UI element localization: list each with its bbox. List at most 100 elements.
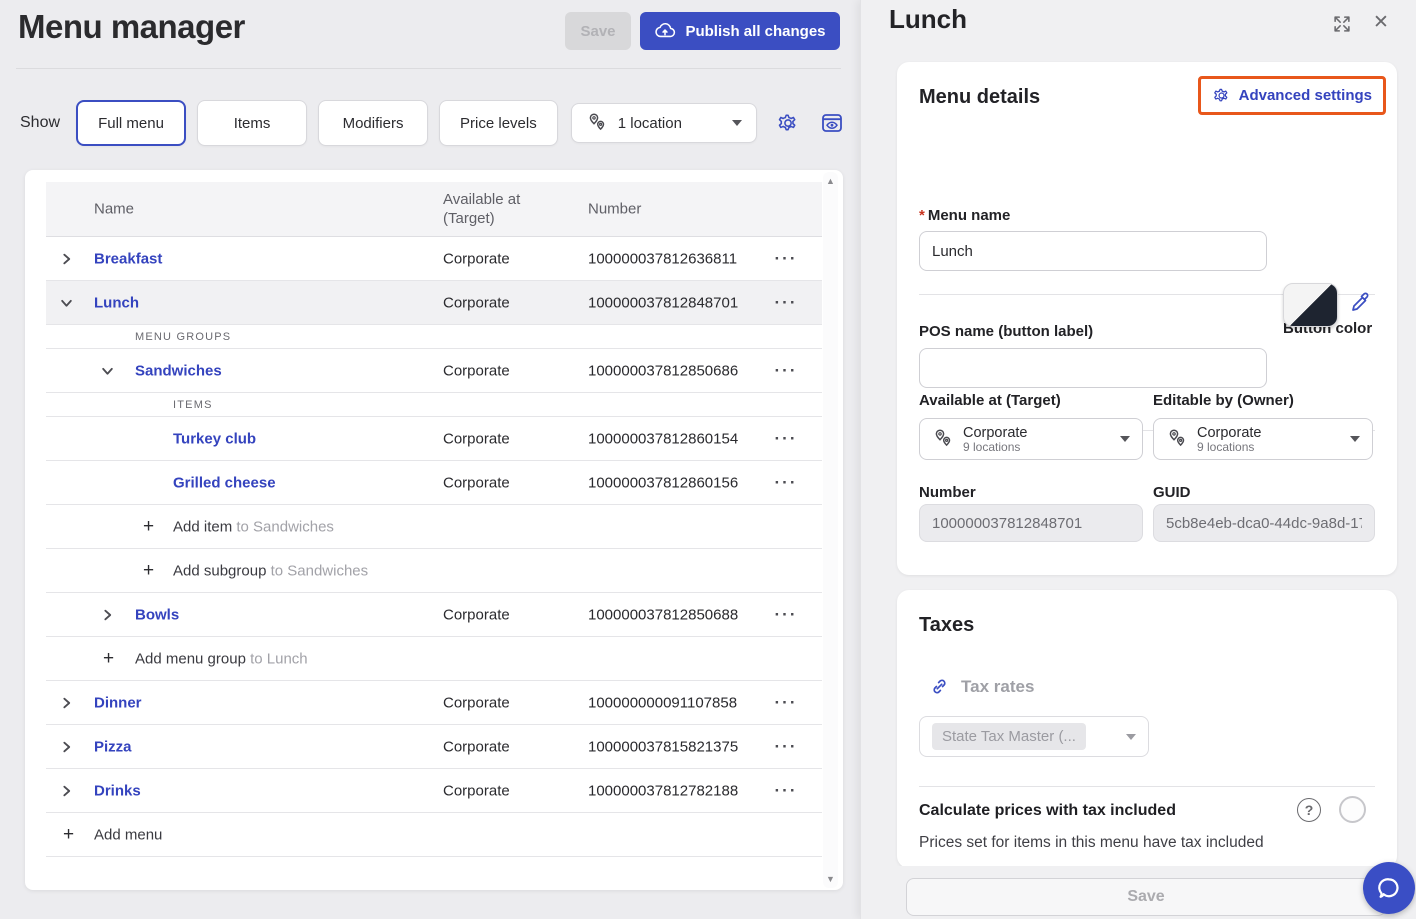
location-filter-value: 1 location	[618, 115, 722, 132]
table-scrollbar[interactable]: ▲ ▼	[823, 172, 838, 888]
chat-support-button[interactable]	[1363, 862, 1415, 914]
add-action[interactable]: Add menu group to Lunch	[135, 650, 308, 667]
filter-tab-full-menu[interactable]: Full menu	[76, 100, 186, 146]
help-question-icon[interactable]: ?	[1297, 798, 1321, 822]
add-action-suffix: to Sandwiches	[266, 562, 368, 579]
main-region: Menu manager Save Publish all changes Sh…	[0, 0, 860, 919]
column-header-name: Name	[94, 200, 134, 219]
taxes-card: Taxes Tax rates State Tax Master (... Ca…	[897, 590, 1397, 868]
entity-name-link[interactable]: Pizza	[94, 738, 132, 755]
editable-by-value: Corporate	[1197, 425, 1341, 441]
publish-all-changes-button[interactable]: Publish all changes	[640, 12, 840, 50]
menu-name-input[interactable]	[919, 231, 1267, 271]
menu-manager-app: Menu manager Save Publish all changes Sh…	[0, 0, 1416, 919]
filter-tabs: Full menuItemsModifiersPrice levels	[76, 100, 569, 146]
panel-save-button[interactable]: Save	[906, 878, 1386, 916]
button-color-swatch[interactable]	[1283, 283, 1338, 327]
location-filter-dropdown[interactable]: 1 location	[571, 103, 757, 143]
available-at-dropdown[interactable]: Corporate9 locations	[919, 418, 1143, 460]
filter-tab-price-levels[interactable]: Price levels	[439, 100, 558, 146]
menu-table: Name Available at (Target) Number Breakf…	[46, 182, 822, 857]
kebab-menu-icon[interactable]: ···	[764, 293, 808, 313]
kebab-menu-icon[interactable]: ···	[764, 737, 808, 757]
entity-name-link[interactable]: Dinner	[94, 694, 142, 711]
save-button[interactable]: Save	[565, 12, 631, 50]
chevron-right-icon[interactable]	[60, 696, 73, 709]
entity-name-link[interactable]: Lunch	[94, 294, 139, 311]
number-cell: 100000037812848701	[588, 294, 738, 311]
eyedropper-icon[interactable]	[1349, 290, 1373, 314]
kebab-menu-icon[interactable]: ···	[764, 249, 808, 269]
tax-rates-dropdown[interactable]: State Tax Master (...	[919, 716, 1149, 757]
add-action[interactable]: Add menu	[94, 826, 162, 843]
column-header-available-at: Available at (Target)	[443, 190, 533, 228]
table-row: LunchCorporate100000037812848701···	[46, 281, 822, 325]
number-cell: 100000037812860156	[588, 474, 738, 491]
entity-name-link[interactable]: Sandwiches	[135, 362, 222, 379]
scroll-up-icon[interactable]: ▲	[823, 176, 838, 186]
number-cell: 100000037812860154	[588, 430, 738, 447]
preview-eye-button[interactable]	[819, 110, 845, 136]
filter-tab-items[interactable]: Items	[197, 100, 307, 146]
close-panel-button[interactable]: ✕	[1367, 8, 1395, 36]
table-row: Breakfast Corporate 100000037812636811 ···	[46, 237, 822, 281]
advanced-settings-link[interactable]: Advanced settings	[1198, 76, 1386, 115]
chevron-down-icon[interactable]	[101, 364, 114, 377]
menu-details-card: Menu details Advanced settings *Menu nam…	[897, 62, 1397, 575]
number-cell: 100000037812636811	[588, 250, 737, 267]
chevron-down-icon	[1350, 436, 1360, 442]
table-row: BowlsCorporate100000037812850688···	[46, 593, 822, 637]
add-action-suffix: to Lunch	[246, 650, 308, 667]
kebab-menu-icon[interactable]: ···	[764, 781, 808, 801]
menu-name-label: *Menu name	[919, 207, 1010, 224]
available-at-cell: Corporate	[443, 250, 510, 267]
tax-rates-row[interactable]: Tax rates	[929, 676, 1034, 697]
add-action[interactable]: Add subgroup to Sandwiches	[173, 562, 368, 579]
detail-panel: Lunch ✕ Menu details Advanced settings *…	[860, 0, 1416, 919]
plus-icon[interactable]: +	[143, 560, 154, 582]
plus-icon[interactable]: +	[143, 516, 154, 538]
kebab-menu-icon[interactable]: ···	[764, 361, 808, 381]
page-title: Menu manager	[18, 8, 245, 46]
filter-tab-modifiers[interactable]: Modifiers	[318, 100, 428, 146]
entity-name-link[interactable]: Grilled cheese	[173, 474, 276, 491]
table-row: + Add item to Sandwiches	[46, 505, 822, 549]
chevron-down-icon[interactable]	[60, 296, 73, 309]
table-section-row: MENU GROUPS	[46, 325, 822, 349]
entity-name-link[interactable]: Turkey club	[173, 430, 256, 447]
plus-icon[interactable]: +	[63, 824, 74, 846]
add-action-label: Add subgroup	[173, 562, 266, 579]
table-row: + Add menu	[46, 813, 822, 857]
plus-icon[interactable]: +	[103, 648, 114, 670]
chevron-right-icon[interactable]	[60, 252, 73, 265]
number-cell: 100000037812850688	[588, 606, 738, 623]
editable-by-dropdown[interactable]: Corporate9 locations	[1153, 418, 1373, 460]
available-at-cell: Corporate	[443, 430, 510, 447]
number-cell: 100000037812850686	[588, 362, 738, 379]
kebab-menu-icon[interactable]: ···	[764, 605, 808, 625]
scroll-down-icon[interactable]: ▼	[823, 874, 838, 884]
guid-input	[1153, 504, 1375, 542]
panel-title: Lunch	[889, 4, 967, 35]
add-action[interactable]: Add item to Sandwiches	[173, 518, 334, 535]
kebab-menu-icon[interactable]: ···	[764, 429, 808, 449]
tax-rate-chip: State Tax Master (...	[932, 723, 1086, 750]
chevron-right-icon[interactable]	[60, 784, 73, 797]
entity-name-link[interactable]: Bowls	[135, 606, 179, 623]
expand-panel-button[interactable]	[1329, 11, 1355, 37]
tax-included-toggle[interactable]	[1339, 796, 1366, 823]
available-at-cell: Corporate	[443, 738, 510, 755]
pos-name-input[interactable]	[919, 348, 1267, 388]
kebab-menu-icon[interactable]: ···	[764, 473, 808, 493]
available-at-value: Corporate	[963, 425, 1111, 441]
entity-name-link[interactable]: Drinks	[94, 782, 141, 799]
available-at-cell: Corporate	[443, 474, 510, 491]
show-label: Show	[20, 114, 60, 132]
tax-included-description: Prices set for items in this menu have t…	[919, 834, 1264, 852]
entity-name-link[interactable]: Breakfast	[94, 250, 162, 267]
table-settings-gear-button[interactable]	[775, 110, 801, 136]
chevron-right-icon[interactable]	[101, 608, 114, 621]
chevron-right-icon[interactable]	[60, 740, 73, 753]
kebab-menu-icon[interactable]: ···	[764, 693, 808, 713]
column-header-number: Number	[588, 200, 641, 219]
